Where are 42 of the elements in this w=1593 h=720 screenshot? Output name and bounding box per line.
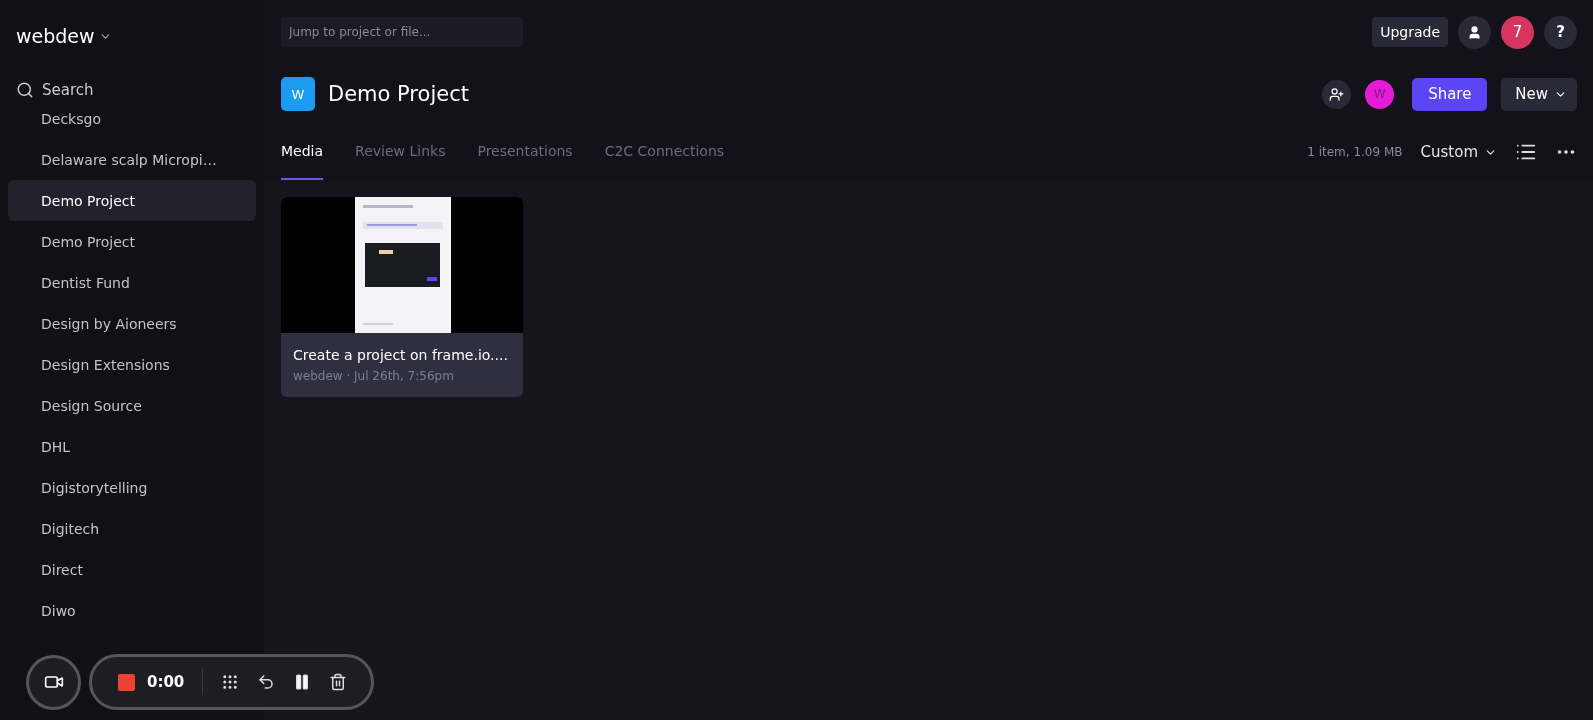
project-item[interactable]: Direct — [8, 549, 256, 590]
stop-icon[interactable] — [118, 673, 135, 691]
project-item[interactable]: Demo Project — [8, 221, 256, 262]
project-item[interactable]: Decksgo — [8, 98, 256, 139]
undo-icon[interactable] — [257, 673, 276, 691]
project-item[interactable]: Design Source — [8, 385, 256, 426]
workspace-name[interactable]: webdew — [16, 25, 95, 47]
help-button[interactable]: ? — [1544, 15, 1577, 49]
asset-title: Create a project on frame.io.... — [293, 347, 509, 363]
asset-meta: webdew · Jul 26th, 7:56pm — [293, 369, 455, 383]
tab[interactable]: Review Links — [355, 124, 446, 180]
search-icon[interactable] — [16, 81, 34, 99]
trash-icon[interactable] — [329, 673, 348, 691]
project-item[interactable]: Dentist Fund — [8, 262, 256, 303]
sort-dropdown[interactable]: Custom — [1420, 143, 1497, 161]
project-item[interactable]: DHL — [8, 426, 256, 467]
project-item[interactable]: Demo Project — [8, 180, 256, 221]
tab[interactable]: Media — [281, 124, 324, 180]
user-icon — [1467, 24, 1482, 40]
project-item[interactable]: Diwo — [8, 590, 256, 631]
notifications-button[interactable]: 7 — [1501, 15, 1534, 49]
project-item[interactable]: Delaware scalp Micropi… — [8, 139, 256, 180]
invite-button[interactable] — [1322, 79, 1352, 109]
tab[interactable]: Presentations — [477, 124, 573, 180]
recording-time: 0:00 — [147, 673, 185, 691]
account-button[interactable] — [1458, 15, 1491, 49]
upgrade-button[interactable]: Upgrade — [1372, 17, 1448, 47]
share-button[interactable]: Share — [1412, 77, 1488, 111]
jump-search-field[interactable]: Jump to project or file... — [281, 17, 523, 47]
project-item[interactable]: Design by Aioneers — [8, 303, 256, 344]
grid-icon[interactable] — [221, 673, 240, 691]
tab[interactable]: C2C Connections — [604, 124, 725, 180]
project-item[interactable]: Digistorytelling — [8, 467, 256, 508]
add-user-icon — [1329, 86, 1345, 102]
project-item[interactable]: Design Extensions — [8, 344, 256, 385]
project-item[interactable]: Digitech — [8, 508, 256, 549]
search-link[interactable]: Search — [42, 81, 94, 99]
new-button[interactable]: New — [1501, 77, 1577, 111]
project-title: Demo Project — [328, 82, 469, 106]
project-logo: W — [281, 77, 315, 111]
asset-card[interactable]: Create a project on frame.io.... webdew · Jul 26th, 7:56pm — [281, 197, 523, 397]
item-summary: 1 item, 1.09 MB — [1307, 145, 1403, 159]
